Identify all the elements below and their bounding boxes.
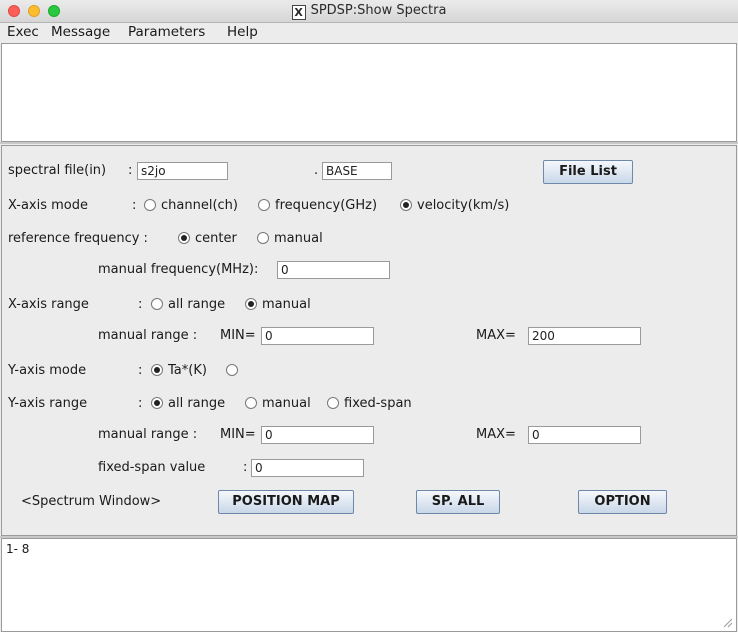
xaxis-range-all-radio[interactable]: [151, 298, 163, 310]
xaxis-range-colon: :: [138, 297, 143, 312]
menu-parameters[interactable]: Parameters: [128, 24, 205, 40]
resize-grip-icon[interactable]: [723, 618, 733, 628]
x-max-label: MAX=: [476, 328, 516, 343]
sp-all-button[interactable]: SP. ALL: [416, 490, 500, 514]
ref-freq-manual-radio[interactable]: [257, 232, 269, 244]
y-min-input[interactable]: 0: [261, 426, 374, 444]
ref-freq-label: reference frequency :: [8, 231, 148, 246]
y-max-label: MAX=: [476, 427, 516, 442]
xaxis-mode-frequency-radio[interactable]: [258, 199, 270, 211]
xaxis-mode-velocity-label: velocity(km/s): [417, 198, 510, 213]
ref-freq-center-radio[interactable]: [178, 232, 190, 244]
yaxis-mode-ta-label: Ta*(K): [168, 363, 207, 378]
x-max-input[interactable]: 200: [528, 327, 641, 345]
fixed-span-input[interactable]: 0: [251, 459, 364, 477]
ref-freq-manual-label: manual: [274, 231, 323, 246]
yaxis-range-colon: :: [138, 396, 143, 411]
xaxis-mode-channel-radio[interactable]: [144, 199, 156, 211]
spectral-file-input[interactable]: s2jo: [137, 162, 228, 180]
output-pane[interactable]: 1- 8: [1, 538, 737, 632]
menu-help[interactable]: Help: [227, 24, 258, 40]
yaxis-mode-colon: :: [138, 363, 143, 378]
yaxis-range-all-radio[interactable]: [151, 397, 163, 409]
yaxis-range-all-label: all range: [168, 396, 226, 411]
xaxis-mode-colon: :: [132, 198, 137, 213]
fixed-span-label: fixed-span value: [98, 460, 206, 475]
yaxis-mode-ta-radio[interactable]: [151, 364, 163, 376]
xaxis-range-manual-radio[interactable]: [245, 298, 257, 310]
window-title: SPDSP:Show Spectra: [310, 3, 447, 18]
x-min-input[interactable]: 0: [261, 327, 374, 345]
yaxis-range-label: Y-axis range: [8, 396, 88, 411]
xaxis-range-all-label: all range: [168, 297, 226, 312]
xaxis-mode-channel-label: channel(ch): [161, 198, 238, 213]
title-bar: X SPDSP:Show Spectra: [0, 0, 738, 23]
manual-freq-input[interactable]: 0: [277, 261, 390, 279]
yaxis-mode-label: Y-axis mode: [8, 363, 87, 378]
yaxis-range-manual-radio[interactable]: [245, 397, 257, 409]
window-title-area: X SPDSP:Show Spectra: [0, 3, 738, 20]
yaxis-range-fixed-span-label: fixed-span: [344, 396, 412, 411]
xaxis-range-label: X-axis range: [8, 297, 89, 312]
y-max-input[interactable]: 0: [528, 426, 641, 444]
yaxis-range-fixed-span-radio[interactable]: [327, 397, 339, 409]
position-map-button[interactable]: POSITION MAP: [218, 490, 354, 514]
x-manual-range-label: manual range :: [98, 328, 198, 343]
xaxis-mode-label: X-axis mode: [8, 198, 88, 213]
extension-dot: .: [314, 163, 319, 178]
x11-app-icon: X: [291, 5, 306, 20]
spectrum-window-label: <Spectrum Window>: [21, 494, 162, 509]
extension-input[interactable]: BASE: [322, 162, 392, 180]
manual-freq-label: manual frequency(MHz):: [98, 262, 259, 277]
yaxis-mode-other-radio[interactable]: [226, 364, 238, 376]
x-min-label: MIN=: [220, 328, 256, 343]
option-button[interactable]: OPTION: [578, 490, 667, 514]
menu-message[interactable]: Message: [51, 24, 110, 40]
splitter-top[interactable]: [0, 142, 738, 144]
y-manual-range-label: manual range :: [98, 427, 198, 442]
message-pane[interactable]: [1, 43, 737, 142]
menu-bar: Exec Message Parameters Help: [0, 23, 738, 42]
output-text: 1- 8: [6, 542, 30, 556]
menu-exec[interactable]: Exec: [7, 24, 39, 40]
spectral-file-colon: :: [128, 163, 133, 178]
yaxis-range-manual-label: manual: [262, 396, 311, 411]
fixed-span-colon: :: [243, 460, 248, 475]
spectral-file-label: spectral file(in): [8, 163, 107, 178]
file-list-button[interactable]: File List: [543, 160, 633, 184]
xaxis-mode-velocity-radio[interactable]: [400, 199, 412, 211]
xaxis-mode-frequency-label: frequency(GHz): [275, 198, 378, 213]
y-min-label: MIN=: [220, 427, 256, 442]
parameter-panel: spectral file(in) : s2jo . BASE File Lis…: [1, 145, 737, 536]
xaxis-range-manual-label: manual: [262, 297, 311, 312]
ref-freq-center-label: center: [195, 231, 237, 246]
